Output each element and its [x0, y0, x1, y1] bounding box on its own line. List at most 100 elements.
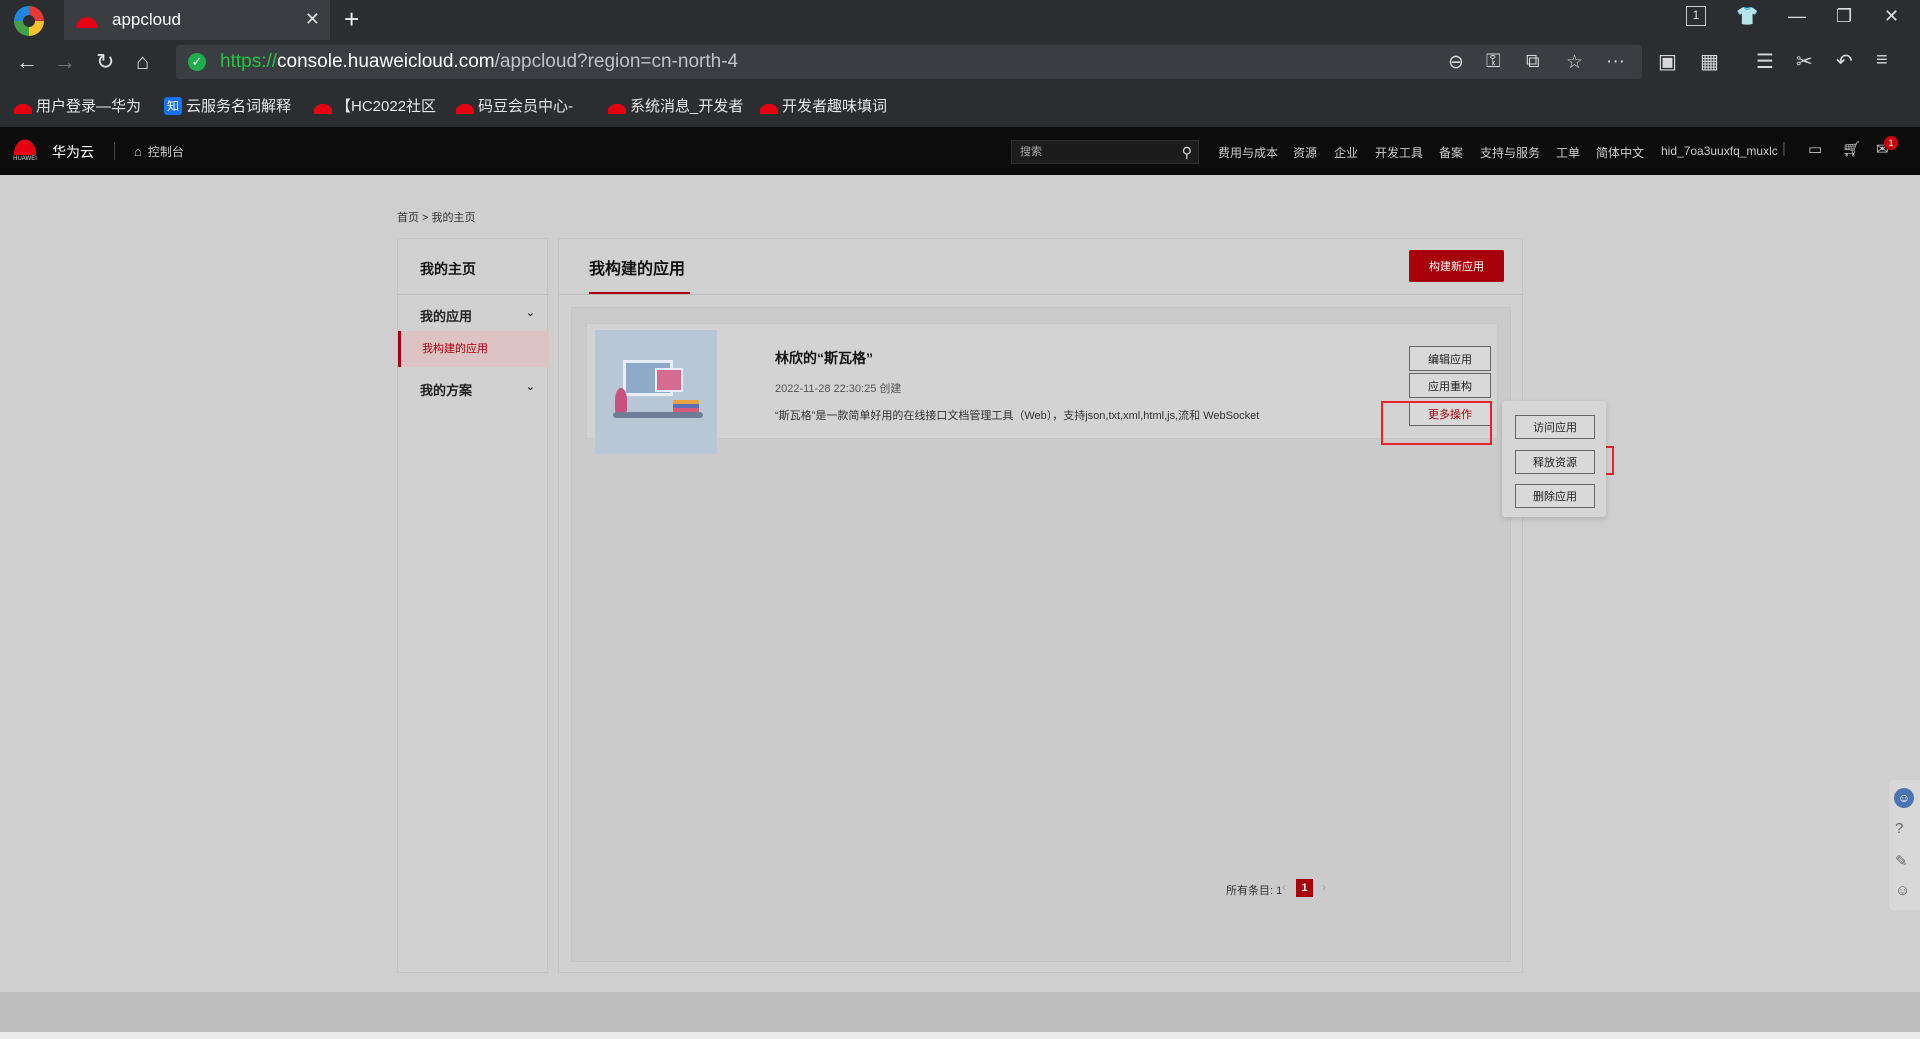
search-icon[interactable]: ⚲	[1182, 141, 1192, 163]
pager-total: 所有条目: 1	[1226, 885, 1283, 897]
terminal-icon[interactable]: ▭	[1808, 140, 1822, 158]
browser-tab-bar: appcloud ✕ + 1 👕 — ❐ ✕	[0, 0, 1920, 40]
breadcrumb[interactable]: 首页 > 我的主页	[397, 209, 476, 225]
app-name[interactable]: 林欣的“斯瓦格”	[775, 348, 873, 368]
footer-band	[0, 992, 1920, 1032]
delete-app-button[interactable]: 删除应用	[1515, 484, 1595, 508]
sidebar-group-label: 我的方案	[420, 383, 473, 398]
reload-icon[interactable]: ↻	[96, 49, 114, 75]
new-tab-icon[interactable]: +	[344, 4, 359, 35]
bookmark-label: 码豆会员中心-	[478, 98, 573, 115]
console-header: HUAWEI 华为云 ⌂ 控制台 搜索 ⚲ 费用与成本 资源 企业 开发工具 备案 …	[0, 127, 1920, 175]
build-new-app-button[interactable]: 构建新应用	[1409, 250, 1504, 282]
translate-icon[interactable]: ⧉	[1526, 51, 1540, 73]
app-thumbnail[interactable]	[595, 330, 717, 454]
url-text[interactable]: https://console.huaweicloud.com/appcloud…	[220, 51, 738, 73]
bookmark-label: 系统消息_开发者	[630, 98, 744, 115]
visit-app-button[interactable]: 访问应用	[1515, 415, 1595, 439]
thumb-desk	[613, 412, 703, 418]
secure-shield-icon: ✓	[188, 53, 206, 71]
apps-grid-icon[interactable]: ▦	[1700, 49, 1719, 74]
bookmark-label: 用户登录—华为	[36, 98, 142, 115]
zoom-icon[interactable]: ⊖	[1448, 51, 1464, 74]
bookmark-item[interactable]: 【HC2022社区	[314, 95, 436, 116]
app-list-area: 林欣的“斯瓦格” 2022-11-28 22:30:25 创建 “斯瓦格”是一款…	[571, 307, 1511, 962]
scissors-icon[interactable]: ✂	[1796, 49, 1813, 74]
bookmark-item[interactable]: 码豆会员中心-	[456, 95, 573, 116]
huawei-flower-icon	[314, 97, 332, 114]
key-icon[interactable]: ⚿	[1486, 51, 1500, 73]
huawei-flower-icon	[608, 97, 626, 114]
star-icon[interactable]: ☆	[1566, 51, 1583, 74]
undo-icon[interactable]: ↶	[1836, 49, 1853, 74]
sidebar-group-my-apps[interactable]: 我的应用 ⌄	[420, 306, 535, 325]
main-panel: 我构建的应用 构建新应用 林欣的“斯瓦格” 2022-11-28 22:30:2…	[558, 238, 1523, 973]
chevron-down-icon: ⌄	[525, 307, 535, 319]
feedback-icon[interactable]: ✎	[1895, 852, 1908, 870]
edit-app-button[interactable]: 编辑应用	[1409, 346, 1491, 371]
next-page-icon[interactable]: ›	[1322, 880, 1326, 894]
url-input[interactable]: ✓ https://console.huaweicloud.com/appclo…	[176, 45, 1642, 79]
nav-support[interactable]: 支持与服务	[1480, 144, 1540, 161]
url-host: console.huaweicloud.com	[277, 51, 495, 72]
favorites-icon[interactable]: ☰	[1756, 49, 1774, 74]
url-scheme: https://	[220, 51, 278, 72]
tab-built-apps[interactable]: 我构建的应用	[589, 255, 685, 279]
close-icon[interactable]: ✕	[305, 9, 320, 30]
nav-filing[interactable]: 备案	[1439, 144, 1463, 161]
huawei-logo[interactable]: HUAWEI	[12, 137, 38, 165]
cart-icon[interactable]: 🛒︎	[1842, 140, 1861, 158]
tab-counter-icon[interactable]: 1	[1686, 6, 1706, 26]
url-path: /appcloud?region=cn-north-4	[494, 51, 739, 72]
more-actions-dropdown: 访问应用 释放资源 删除应用	[1502, 401, 1606, 517]
home-icon[interactable]: ⌂	[136, 49, 149, 75]
nav-cost[interactable]: 费用与成本	[1218, 144, 1278, 161]
nav-enterprise[interactable]: 企业	[1334, 144, 1358, 161]
sidebar-item-built-apps[interactable]: 我构建的应用	[398, 331, 549, 367]
nav-dev-tools[interactable]: 开发工具	[1375, 144, 1423, 161]
forward-icon[interactable]: →	[54, 49, 76, 75]
chevron-down-icon: ⌄	[525, 381, 535, 393]
taskbar-strip	[0, 1032, 1920, 1039]
back-icon[interactable]: ←	[16, 49, 38, 75]
sidebar-group-my-solutions[interactable]: 我的方案 ⌄	[420, 380, 535, 399]
console-link[interactable]: ⌂ 控制台	[134, 143, 184, 160]
window-close-icon[interactable]: ✕	[1884, 6, 1899, 27]
help-icon[interactable]: ?	[1895, 820, 1903, 837]
thumb-plant	[615, 388, 627, 412]
highlight-more-actions	[1381, 401, 1492, 445]
nav-ticket[interactable]: 工单	[1556, 144, 1580, 161]
minimize-icon[interactable]: —	[1788, 6, 1806, 27]
huawei-flower-icon	[760, 97, 778, 114]
nav-resources[interactable]: 资源	[1293, 144, 1317, 161]
sidebar-title[interactable]: 我的主页	[420, 259, 476, 279]
header-divider	[114, 142, 115, 160]
reader-icon[interactable]: ▣	[1658, 49, 1677, 74]
nav-language[interactable]: 简体中文	[1596, 144, 1644, 161]
home-icon: ⌂	[134, 144, 142, 159]
smile-icon[interactable]: ☺	[1895, 882, 1910, 899]
prev-page-icon[interactable]: ‹	[1282, 880, 1286, 894]
release-resources-button[interactable]: 释放资源	[1515, 450, 1595, 474]
notification-badge: 1	[1884, 136, 1898, 150]
browser-tab[interactable]: appcloud ✕	[64, 0, 330, 40]
restore-icon[interactable]: ❐	[1836, 6, 1852, 27]
bookmark-label: 云服务名词解释	[186, 98, 292, 115]
search-input[interactable]: 搜索 ⚲	[1011, 140, 1199, 164]
bookmark-label: 开发者趣味填词	[782, 98, 888, 115]
shirt-icon[interactable]: 👕	[1736, 6, 1758, 27]
user-name[interactable]: hid_7oa3uuxfq_muxlc	[1661, 144, 1778, 158]
thumb-window	[655, 368, 683, 392]
bookmark-item[interactable]: 开发者趣味填词	[760, 95, 887, 116]
brand-name[interactable]: 华为云	[52, 142, 94, 162]
huawei-flower-icon	[12, 137, 38, 155]
bookmark-label: 【HC2022社区	[336, 98, 437, 115]
bookmark-item[interactable]: 知云服务名词解释	[164, 95, 291, 116]
rebuild-app-button[interactable]: 应用重构	[1409, 373, 1491, 398]
bookmark-item[interactable]: 系统消息_开发者	[608, 95, 743, 116]
customer-service-icon[interactable]: ☺	[1894, 788, 1914, 808]
pager-current-page[interactable]: 1	[1296, 879, 1313, 897]
menu-icon[interactable]: ≡	[1876, 49, 1888, 72]
more-icon[interactable]: ···	[1606, 51, 1625, 73]
bookmark-item[interactable]: 用户登录—华为	[14, 95, 141, 116]
